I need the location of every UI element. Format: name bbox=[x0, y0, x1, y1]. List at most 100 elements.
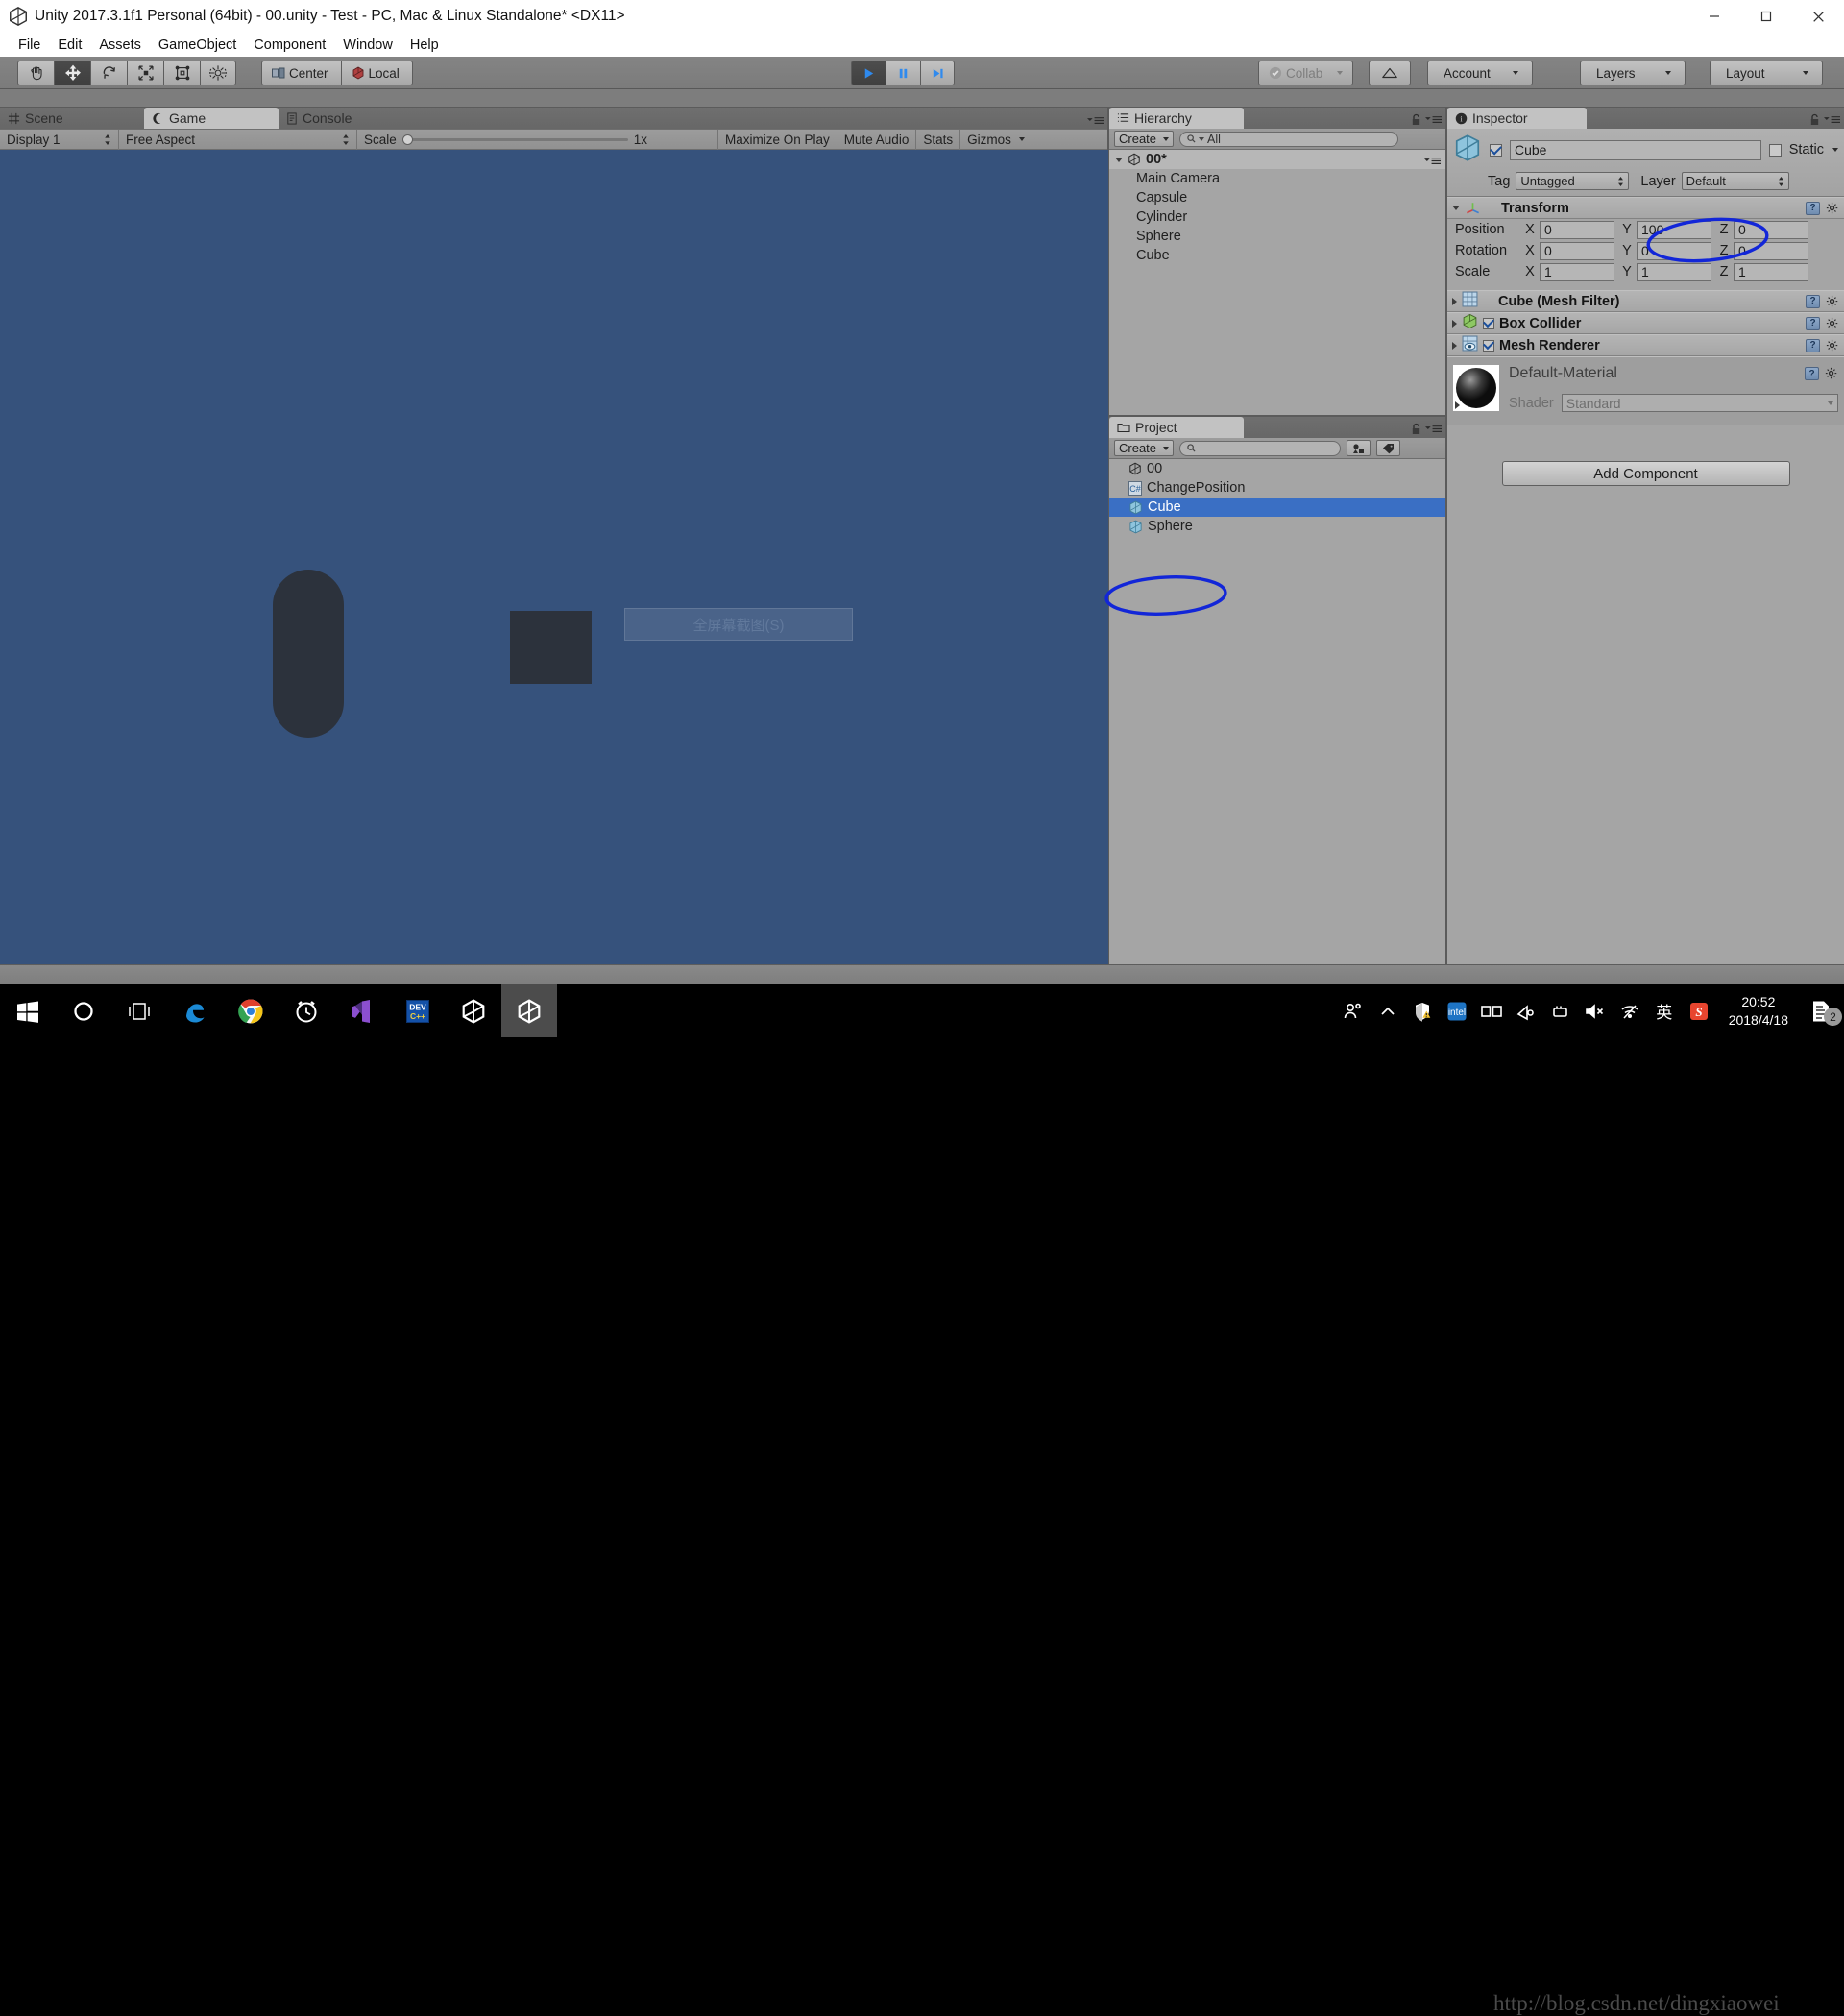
help-icon[interactable]: ? bbox=[1806, 294, 1820, 308]
hierarchy-search-input[interactable]: All bbox=[1179, 131, 1398, 147]
transform-tool-button[interactable] bbox=[200, 61, 236, 85]
mesh-renderer-enabled-checkbox[interactable] bbox=[1483, 339, 1494, 352]
position-z-input[interactable]: 0 bbox=[1734, 220, 1808, 239]
tab-hierarchy[interactable]: Hierarchy bbox=[1109, 108, 1244, 129]
project-item-cube[interactable]: Cube bbox=[1109, 498, 1445, 517]
maximize-button[interactable] bbox=[1740, 0, 1792, 33]
component-header-box-collider[interactable]: Box Collider ? bbox=[1447, 312, 1844, 334]
static-checkbox[interactable] bbox=[1768, 143, 1782, 157]
chevron-right-icon[interactable] bbox=[1452, 206, 1460, 210]
scale-x-input[interactable]: 1 bbox=[1540, 262, 1614, 281]
clock-app-button[interactable] bbox=[279, 984, 334, 1037]
help-icon[interactable]: ? bbox=[1806, 316, 1820, 330]
pivot-mode-button[interactable]: Center bbox=[261, 61, 341, 85]
power-icon[interactable] bbox=[1544, 984, 1577, 1037]
account-button[interactable]: Account bbox=[1427, 61, 1533, 85]
aspect-dropdown[interactable]: Free Aspect bbox=[119, 129, 357, 150]
pause-button[interactable] bbox=[886, 61, 920, 85]
component-header-transform[interactable]: Transform ? bbox=[1447, 197, 1844, 219]
rect-tool-button[interactable] bbox=[163, 61, 200, 85]
chevron-right-icon[interactable] bbox=[1452, 297, 1457, 305]
project-tree[interactable]: 00 C# ChangePosition Cube Sphere bbox=[1109, 459, 1445, 1008]
menu-item-help[interactable]: Help bbox=[401, 36, 448, 55]
unity-hub-button[interactable] bbox=[446, 984, 501, 1037]
action-center-button[interactable]: 2 bbox=[1802, 984, 1842, 1037]
dual-monitor-icon[interactable] bbox=[1475, 984, 1508, 1037]
add-component-button[interactable]: Add Component bbox=[1501, 461, 1790, 486]
help-icon[interactable]: ? bbox=[1806, 201, 1820, 215]
task-view-button[interactable] bbox=[111, 984, 167, 1037]
menu-item-component[interactable]: Component bbox=[245, 36, 334, 55]
sogou-input-icon[interactable]: S bbox=[1683, 984, 1715, 1037]
scale-y-input[interactable]: 1 bbox=[1637, 262, 1711, 281]
ime-chinese-icon[interactable]: 英 bbox=[1648, 984, 1681, 1037]
intel-graphics-icon[interactable]: intel bbox=[1441, 984, 1473, 1037]
stats-toggle[interactable]: Stats bbox=[916, 129, 961, 150]
rotation-x-input[interactable]: 0 bbox=[1540, 241, 1614, 260]
move-tool-button[interactable] bbox=[54, 61, 90, 85]
panel-menu-icon[interactable] bbox=[1824, 115, 1840, 125]
project-item-00[interactable]: 00 bbox=[1109, 459, 1445, 478]
volume-muted-icon[interactable] bbox=[1579, 984, 1612, 1037]
gear-icon[interactable] bbox=[1826, 339, 1839, 352]
lock-icon[interactable] bbox=[1809, 113, 1820, 126]
audio-device-icon[interactable] bbox=[1510, 984, 1542, 1037]
cloud-button[interactable] bbox=[1369, 61, 1411, 85]
tab-project[interactable]: Project bbox=[1109, 417, 1244, 438]
rotation-z-input[interactable]: 0 bbox=[1734, 241, 1808, 260]
help-icon[interactable]: ? bbox=[1805, 367, 1819, 380]
minimize-button[interactable] bbox=[1688, 0, 1740, 33]
gear-icon[interactable] bbox=[1825, 367, 1838, 380]
scale-slider[interactable] bbox=[401, 134, 628, 145]
show-hidden-icons-icon[interactable] bbox=[1371, 984, 1404, 1037]
position-y-input[interactable]: 100 bbox=[1637, 220, 1711, 239]
pivot-rotation-button[interactable]: Local bbox=[340, 61, 413, 85]
object-name-input[interactable]: Cube bbox=[1510, 139, 1761, 160]
game-panel-menu[interactable] bbox=[1087, 116, 1104, 126]
gizmos-dropdown[interactable]: Gizmos bbox=[960, 130, 1031, 150]
chevron-down-icon[interactable] bbox=[1832, 148, 1838, 152]
layers-button[interactable]: Layers bbox=[1580, 61, 1686, 85]
component-header-mesh-filter[interactable]: Cube (Mesh Filter) ? bbox=[1447, 290, 1844, 312]
chevron-right-icon[interactable] bbox=[1452, 319, 1457, 328]
lock-icon[interactable] bbox=[1411, 423, 1421, 435]
scale-tool-button[interactable] bbox=[127, 61, 163, 85]
scale-slider-cell[interactable]: Scale 1x bbox=[357, 129, 718, 150]
panel-menu-icon[interactable] bbox=[1425, 425, 1442, 434]
project-create-button[interactable]: Create bbox=[1114, 440, 1174, 456]
hierarchy-create-button[interactable]: Create bbox=[1114, 131, 1174, 147]
screenshot-toast[interactable]: 全屏幕截图(S) bbox=[624, 608, 853, 641]
menu-item-gameobject[interactable]: GameObject bbox=[150, 36, 245, 55]
tab-game[interactable]: Game bbox=[144, 108, 279, 129]
edge-button[interactable] bbox=[167, 984, 223, 1037]
box-collider-enabled-checkbox[interactable] bbox=[1483, 317, 1494, 329]
cortana-button[interactable] bbox=[56, 984, 111, 1037]
position-x-input[interactable]: 0 bbox=[1540, 220, 1614, 239]
tab-console[interactable]: Console bbox=[279, 108, 423, 129]
scene-context-menu-icon[interactable] bbox=[1424, 155, 1441, 170]
unity-editor-button[interactable] bbox=[501, 984, 557, 1037]
panel-menu-icon[interactable] bbox=[1425, 115, 1442, 125]
menu-item-edit[interactable]: Edit bbox=[49, 36, 90, 55]
project-item-changeposition[interactable]: C# ChangePosition bbox=[1109, 478, 1445, 498]
filter-by-label-button[interactable] bbox=[1376, 440, 1400, 456]
help-icon[interactable]: ? bbox=[1806, 338, 1820, 352]
hierarchy-item-sphere[interactable]: Sphere bbox=[1109, 227, 1445, 246]
filter-by-type-button[interactable] bbox=[1347, 440, 1371, 456]
menu-item-file[interactable]: File bbox=[10, 36, 49, 55]
gear-icon[interactable] bbox=[1826, 317, 1839, 330]
hierarchy-item-main-camera[interactable]: Main Camera bbox=[1109, 169, 1445, 188]
chevron-right-icon[interactable] bbox=[1455, 401, 1460, 409]
tag-dropdown[interactable]: Untagged bbox=[1516, 172, 1630, 190]
hierarchy-scene-root[interactable]: 00* bbox=[1109, 150, 1445, 169]
component-header-mesh-renderer[interactable]: Mesh Renderer ? bbox=[1447, 334, 1844, 356]
menu-item-window[interactable]: Window bbox=[334, 36, 401, 55]
project-search-input[interactable] bbox=[1179, 440, 1341, 456]
object-enabled-checkbox[interactable] bbox=[1490, 143, 1502, 157]
rotation-y-input[interactable]: 0 bbox=[1637, 241, 1711, 260]
hierarchy-item-capsule[interactable]: Capsule bbox=[1109, 188, 1445, 207]
layer-dropdown[interactable]: Default bbox=[1681, 172, 1789, 190]
collab-button[interactable]: Collab bbox=[1258, 61, 1354, 85]
network-icon[interactable] bbox=[1614, 984, 1646, 1037]
security-shield-icon[interactable] bbox=[1406, 984, 1439, 1037]
